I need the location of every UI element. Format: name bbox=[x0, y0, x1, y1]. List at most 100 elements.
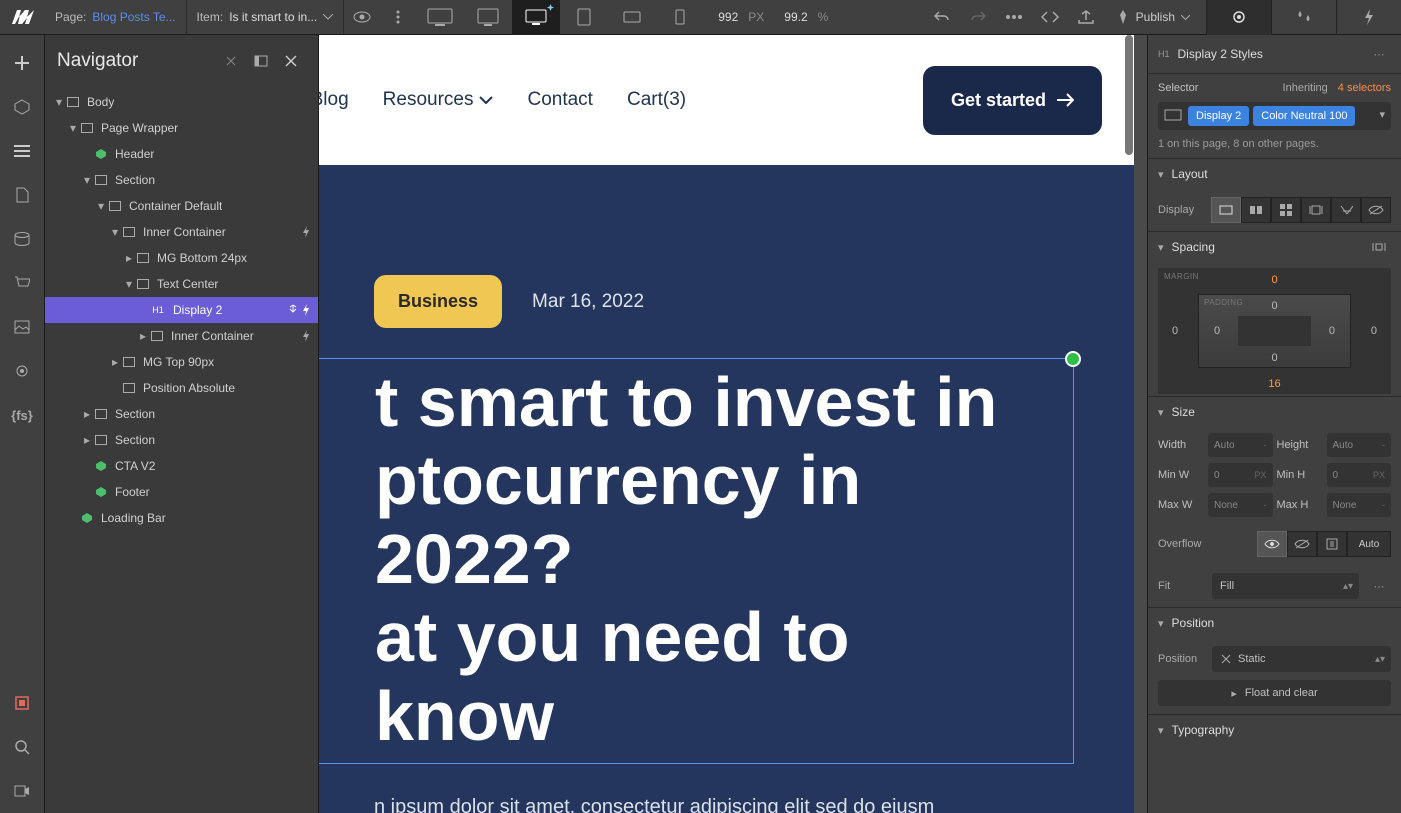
item-selector[interactable]: Item: Is it smart to in... bbox=[187, 0, 345, 35]
maxh-input[interactable]: None- bbox=[1327, 493, 1392, 517]
breakpoint-mobile-landscape[interactable] bbox=[608, 0, 656, 35]
overflow-scroll[interactable] bbox=[1317, 531, 1347, 557]
settings-icon[interactable] bbox=[0, 349, 45, 393]
assets-icon[interactable] bbox=[0, 305, 45, 349]
tree-row[interactable]: CTA V2 bbox=[45, 453, 318, 479]
nav-cart[interactable]: Cart(3) bbox=[627, 89, 686, 111]
tree-row[interactable]: ▾Text Center bbox=[45, 271, 318, 297]
section-size[interactable]: Size bbox=[1172, 405, 1195, 419]
publish-button[interactable]: Publish bbox=[1104, 10, 1202, 24]
tree-row[interactable]: ▾Container Default bbox=[45, 193, 318, 219]
section-position[interactable]: Position bbox=[1172, 616, 1215, 630]
redo-icon[interactable] bbox=[960, 0, 996, 35]
maxw-input[interactable]: None- bbox=[1208, 493, 1273, 517]
ecommerce-icon[interactable] bbox=[0, 261, 45, 305]
tree-row[interactable]: ▾Section bbox=[45, 167, 318, 193]
get-started-button[interactable]: Get started bbox=[923, 66, 1102, 135]
comments-icon[interactable] bbox=[996, 0, 1032, 35]
position-select[interactable]: Static▴▾ bbox=[1212, 646, 1391, 672]
nav-blog[interactable]: Blog bbox=[319, 89, 349, 111]
spacing-expand-icon[interactable] bbox=[1367, 242, 1391, 252]
fs-icon[interactable]: {fs} bbox=[0, 393, 45, 437]
pin-icon[interactable] bbox=[216, 46, 246, 76]
nav-contact[interactable]: Contact bbox=[527, 89, 592, 111]
float-clear-toggle[interactable]: ▸Float and clear bbox=[1158, 680, 1391, 706]
dock-icon[interactable] bbox=[246, 46, 276, 76]
tree-row[interactable]: ▸MG Bottom 24px bbox=[45, 245, 318, 271]
width-input[interactable]: Auto- bbox=[1208, 433, 1273, 457]
tab-interactions[interactable] bbox=[1336, 0, 1401, 35]
breakpoint-desktop[interactable] bbox=[512, 0, 560, 35]
more-icon[interactable]: ⋯ bbox=[1367, 48, 1391, 61]
section-spacing[interactable]: Spacing bbox=[1172, 240, 1215, 254]
selector-field[interactable]: Display 2 Color Neutral 100 ▾ bbox=[1158, 102, 1391, 130]
display-inline-block[interactable] bbox=[1301, 197, 1331, 223]
nav-resources[interactable]: Resources bbox=[383, 89, 494, 111]
pages-icon[interactable] bbox=[0, 173, 45, 217]
height-input[interactable]: Auto- bbox=[1327, 433, 1392, 457]
class-pill[interactable]: Display 2 bbox=[1188, 106, 1249, 126]
breakpoint-large[interactable] bbox=[464, 0, 512, 35]
display-none[interactable] bbox=[1361, 197, 1391, 223]
close-icon[interactable] bbox=[276, 46, 306, 76]
display-grid[interactable] bbox=[1271, 197, 1301, 223]
chevron-down-icon[interactable]: ▾ bbox=[1379, 108, 1385, 121]
symbols-icon[interactable] bbox=[0, 85, 45, 129]
audit-icon[interactable] bbox=[0, 681, 45, 725]
add-elements-icon[interactable] bbox=[0, 41, 45, 85]
breakpoint-tablet[interactable] bbox=[560, 0, 608, 35]
navigator-icon[interactable] bbox=[0, 129, 45, 173]
section-layout[interactable]: Layout bbox=[1172, 167, 1208, 181]
tree-row[interactable]: Position Absolute bbox=[45, 375, 318, 401]
video-icon[interactable] bbox=[0, 769, 45, 813]
post-title[interactable]: t smart to invest in ptocurrency in 2022… bbox=[319, 358, 1074, 764]
cms-icon[interactable] bbox=[0, 217, 45, 261]
tree-row[interactable]: Header bbox=[45, 141, 318, 167]
canvas[interactable]: ome About Blog Resources Contact Cart(3)… bbox=[319, 35, 1147, 813]
more-icon[interactable] bbox=[380, 0, 416, 35]
tree-row[interactable]: Loading Bar bbox=[45, 505, 318, 531]
search-icon[interactable] bbox=[0, 725, 45, 769]
webflow-logo-icon[interactable] bbox=[0, 0, 45, 35]
cms-bound-indicator-icon[interactable] bbox=[1065, 351, 1081, 367]
page-selector[interactable]: Page: Blog Posts Te... bbox=[45, 0, 187, 35]
tree-row[interactable]: ▾Body bbox=[45, 89, 318, 115]
inheriting-value[interactable]: 4 selectors bbox=[1338, 82, 1391, 94]
fit-select[interactable]: Fill▴▾ bbox=[1212, 573, 1359, 599]
zoom-value[interactable]: 99.2 bbox=[780, 10, 811, 24]
more-icon[interactable]: ⋯ bbox=[1367, 580, 1391, 593]
publish-label: Publish bbox=[1136, 10, 1175, 24]
style-panel: H1 Display 2 Styles ⋯ Selector Inheritin… bbox=[1147, 35, 1401, 813]
tree-row[interactable]: ▸Section bbox=[45, 401, 318, 427]
tree-row[interactable]: Footer bbox=[45, 479, 318, 505]
canvas-width[interactable]: 992 bbox=[714, 10, 742, 24]
minh-input[interactable]: 0PX bbox=[1327, 463, 1392, 487]
minw-input[interactable]: 0PX bbox=[1208, 463, 1273, 487]
tab-style[interactable] bbox=[1206, 0, 1271, 35]
tree-row[interactable]: ▸Section bbox=[45, 427, 318, 453]
category-badge[interactable]: Business bbox=[374, 275, 502, 328]
spacing-editor[interactable]: MARGIN PADDING 0 16 0 0 0 0 0 0 bbox=[1158, 268, 1391, 394]
class-pill[interactable]: Color Neutral 100 bbox=[1253, 106, 1355, 126]
export-icon[interactable] bbox=[1068, 0, 1104, 35]
section-typography[interactable]: Typography bbox=[1172, 723, 1235, 737]
display-block[interactable] bbox=[1211, 197, 1241, 223]
breakpoint-xl[interactable] bbox=[416, 0, 464, 35]
tab-settings[interactable] bbox=[1271, 0, 1336, 35]
display-flex[interactable] bbox=[1241, 197, 1271, 223]
canvas-scrollbar[interactable] bbox=[1125, 35, 1133, 155]
breakpoint-mobile[interactable] bbox=[656, 0, 704, 35]
post-date: Mar 16, 2022 bbox=[532, 291, 644, 313]
tree-row[interactable]: ▸Inner Container bbox=[45, 323, 318, 349]
tree-row[interactable]: ▾Inner Container bbox=[45, 219, 318, 245]
overflow-visible[interactable] bbox=[1257, 531, 1287, 557]
display-inline[interactable] bbox=[1331, 197, 1361, 223]
tree-row[interactable]: ▸MG Top 90px bbox=[45, 349, 318, 375]
code-icon[interactable] bbox=[1032, 0, 1068, 35]
preview-icon[interactable] bbox=[344, 0, 380, 35]
overflow-auto[interactable]: Auto bbox=[1347, 531, 1391, 557]
tree-row[interactable]: ▾Page Wrapper bbox=[45, 115, 318, 141]
overflow-hidden[interactable] bbox=[1287, 531, 1317, 557]
tree-row[interactable]: H1Display 2 bbox=[45, 297, 318, 323]
undo-icon[interactable] bbox=[924, 0, 960, 35]
